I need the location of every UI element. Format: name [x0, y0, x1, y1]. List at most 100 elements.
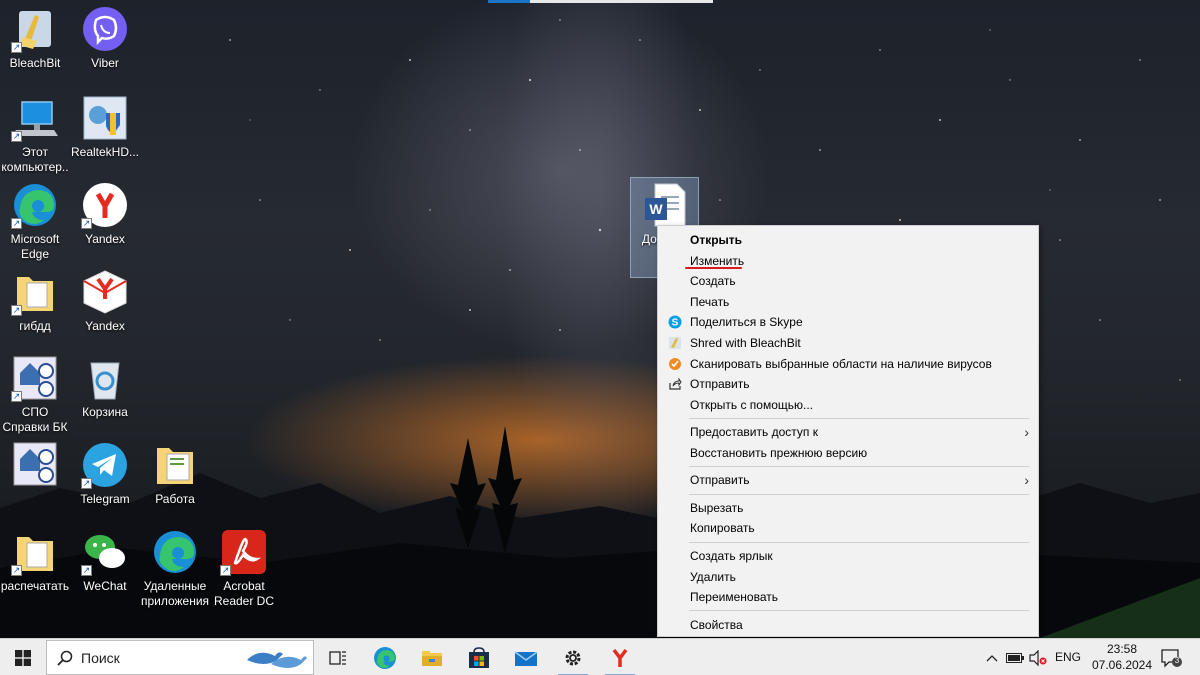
taskbar-yandex[interactable] — [601, 639, 639, 675]
menu-item-label: Открыть с помощью... — [690, 398, 814, 412]
desktop-icon-yandex[interactable]: ↗ Yandex — [70, 181, 140, 247]
clock-time[interactable]: 23:58 — [1100, 642, 1144, 656]
taskbar-store[interactable] — [460, 639, 498, 675]
desktop-icon-bleachbit[interactable]: ↗ BleachBit — [0, 5, 70, 71]
shortcut-arrow-icon: ↗ — [81, 478, 92, 489]
taskbar-file-explorer[interactable] — [413, 639, 451, 675]
menu-item-label: Копировать — [690, 521, 755, 535]
menu-item-scan-viruses[interactable]: Сканировать выбранные области на наличие… — [659, 354, 1037, 374]
tray-overflow-button[interactable] — [982, 639, 1002, 675]
menu-separator — [689, 418, 1029, 419]
menu-item-label: Предоставить доступ к — [690, 425, 818, 439]
taskbar-search[interactable] — [46, 640, 314, 675]
desktop-icon-label: Telegram — [80, 492, 130, 506]
language-indicator[interactable]: ENG — [1055, 650, 1081, 664]
task-view-icon — [329, 650, 346, 665]
menu-item-label: Отправить — [690, 473, 750, 487]
desktop-icon-raspechatat[interactable]: ↗ распечатать — [0, 528, 70, 594]
taskbar-edge[interactable] — [366, 639, 404, 675]
menu-item-new[interactable]: Создать — [659, 271, 1037, 291]
menu-item-send-share[interactable]: Отправить — [659, 374, 1037, 394]
share-icon — [669, 377, 682, 390]
menu-item-give-access[interactable]: Предоставить доступ к › — [659, 422, 1037, 442]
shortcut-arrow-icon: ↗ — [11, 131, 22, 142]
antivirus-icon — [669, 358, 681, 370]
menu-item-open-with[interactable]: Открыть с помощью... — [659, 395, 1037, 415]
desktop-icon-spo[interactable]: ↗ СПО Справки БК — [0, 354, 70, 435]
yandex-browser-icon: ↗ — [81, 181, 129, 229]
menu-item-create-shortcut[interactable]: Создать ярлык — [659, 546, 1037, 566]
desktop-icon-label: Acrobat Reader DC — [213, 579, 275, 608]
desktop-icon-acrobat[interactable]: ↗ Acrobat Reader DC — [209, 528, 279, 609]
svg-text:W: W — [649, 201, 663, 217]
bleachbit-icon — [669, 337, 681, 349]
desktop-icon-gibdd[interactable]: ↗ гибдд — [0, 268, 70, 334]
menu-item-share-skype[interactable]: S Поделиться в Skype — [659, 312, 1037, 332]
desktop-icon-edge[interactable]: ↗ Microsoft Edge — [0, 181, 70, 262]
desktop-icon-viber[interactable]: Viber — [70, 5, 140, 71]
menu-item-send-to[interactable]: Отправить › — [659, 470, 1037, 490]
desktop-icon-spo-2[interactable] — [0, 440, 70, 491]
clock-date[interactable]: 07.06.2024 — [1088, 658, 1156, 672]
edge-icon: ↗ — [11, 181, 59, 229]
chevron-right-icon: › — [1024, 472, 1029, 488]
desktop-icon-this-pc[interactable]: ↗ Этот компьютер... — [0, 94, 70, 190]
desktop-icon-label: Microsoft Edge — [10, 232, 60, 261]
volume-muted-icon — [1029, 649, 1047, 666]
chevron-up-icon — [986, 654, 998, 661]
edge-icon — [151, 528, 199, 576]
menu-item-label: Восстановить прежнюю версию — [690, 446, 868, 460]
desktop-icon-wechat[interactable]: ↗ WeChat — [70, 528, 140, 594]
notification-center-button[interactable]: 3 — [1158, 639, 1186, 675]
menu-item-label: Свойства — [690, 618, 743, 632]
bleachbit-icon: ↗ — [11, 5, 59, 53]
menu-item-label: Поделиться в Skype — [690, 315, 803, 329]
menu-item-restore-previous[interactable]: Восстановить прежнюю версию — [659, 443, 1037, 463]
menu-item-rename[interactable]: Переименовать — [659, 587, 1037, 607]
menu-item-label: Печать — [690, 295, 730, 309]
menu-item-label: Открыть — [690, 233, 743, 247]
desktop-icon-realtek[interactable]: RealtekHD... — [70, 94, 140, 160]
desktop-icon-rabota[interactable]: Работа — [140, 441, 210, 507]
desktop-icon-label: Yandex — [85, 232, 125, 246]
desktop-icon-label: распечатать — [0, 579, 70, 593]
battery-icon — [1006, 652, 1024, 663]
menu-item-open[interactable]: Открыть — [659, 230, 1037, 250]
tray-volume[interactable] — [1027, 639, 1049, 675]
desktop-icon-recycle-bin[interactable]: Корзина — [70, 354, 140, 420]
tray-battery[interactable] — [1004, 639, 1026, 675]
mail-icon — [514, 650, 538, 666]
taskbar-mail[interactable] — [507, 639, 545, 675]
menu-item-shred-bleachbit[interactable]: Shred with BleachBit — [659, 333, 1037, 353]
chevron-right-icon: › — [1024, 424, 1029, 440]
menu-item-cut[interactable]: Вырезать — [659, 498, 1037, 518]
menu-item-properties[interactable]: Свойства — [659, 615, 1037, 635]
desktop-icon-yandex-2[interactable]: Yandex — [70, 268, 140, 334]
taskbar: ENG 23:58 07.06.2024 3 — [0, 638, 1200, 675]
desktop-icon-remote-apps[interactable]: Удаленные приложения — [140, 528, 210, 609]
menu-item-print[interactable]: Печать — [659, 292, 1037, 312]
whales-illustration-icon — [247, 652, 307, 668]
file-explorer-icon — [422, 650, 442, 666]
yandex-app-icon — [81, 268, 129, 316]
search-input[interactable] — [81, 649, 231, 666]
document-folder-icon: ↗ — [11, 268, 59, 316]
desktop-icon-telegram[interactable]: ↗ Telegram — [70, 441, 140, 507]
shortcut-arrow-icon: ↗ — [11, 218, 22, 229]
desktop-icon-label: Удаленные приложения — [140, 579, 210, 608]
taskbar-settings[interactable] — [554, 639, 592, 675]
menu-item-delete[interactable]: Удалить — [659, 567, 1037, 587]
desktop-icon-label: СПО Справки БК — [2, 405, 68, 434]
menu-item-copy[interactable]: Копировать — [659, 518, 1037, 538]
task-view-button[interactable] — [322, 639, 354, 675]
menu-item-label: Отправить — [690, 377, 750, 391]
annotation-underline — [685, 267, 742, 269]
desktop-icon-label: Корзина — [82, 405, 128, 419]
yandex-icon — [612, 648, 628, 667]
shortcut-arrow-icon: ↗ — [220, 565, 231, 576]
search-icon — [57, 650, 73, 666]
shortcut-arrow-icon: ↗ — [11, 565, 22, 576]
menu-separator — [689, 494, 1029, 495]
start-button[interactable] — [0, 639, 46, 675]
telegram-icon: ↗ — [81, 441, 129, 489]
